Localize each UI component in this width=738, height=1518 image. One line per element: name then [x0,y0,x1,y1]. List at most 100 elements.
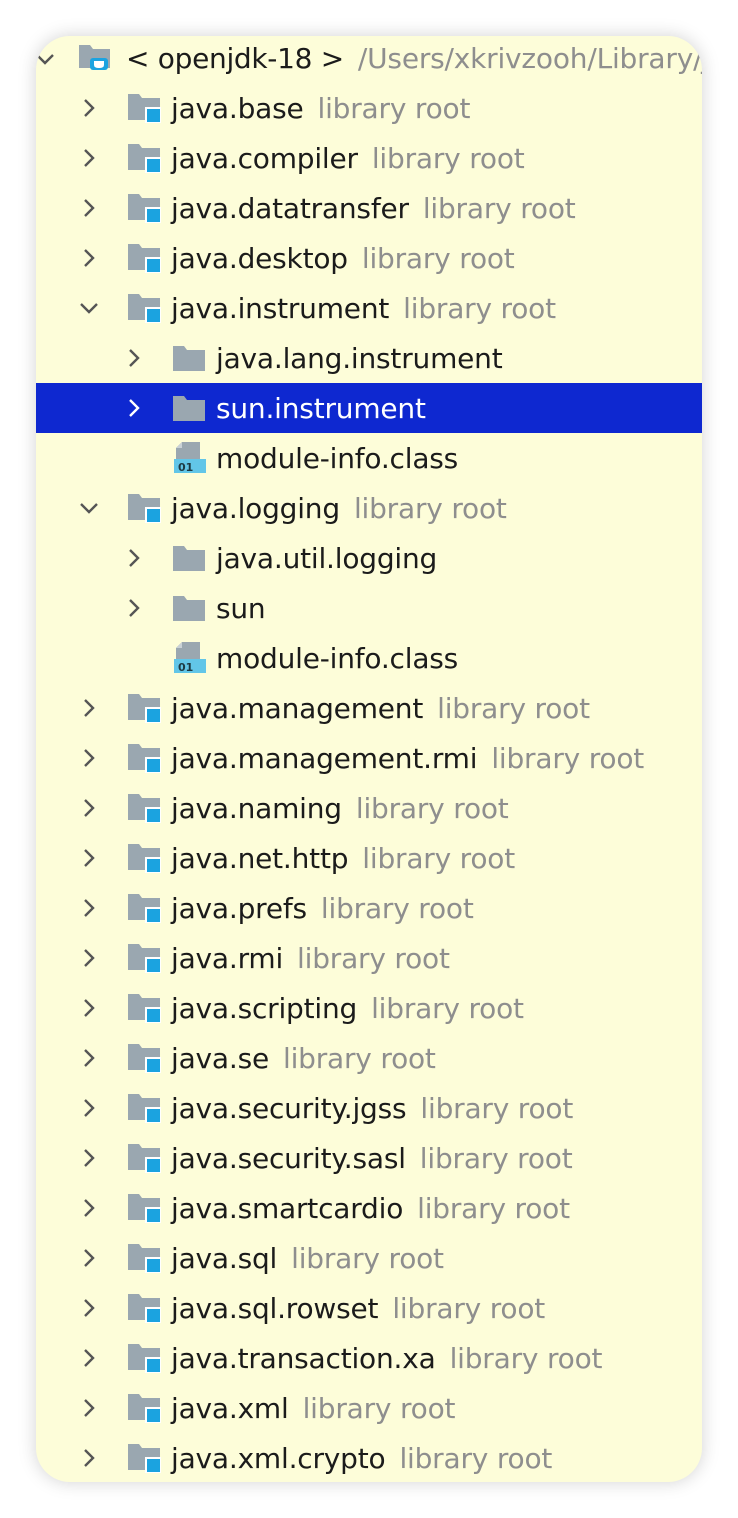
chevron-right-icon[interactable] [74,1043,104,1073]
module-folder-icon [125,789,163,827]
tree-row-name: module-info.class [216,441,459,475]
tree-row[interactable]: 01 module-info.class [36,633,702,683]
tree-row-name: java.se [171,1041,269,1075]
tree-row-hint: library root [355,791,509,825]
tree-row-label: java.security.jgss library root [171,1092,573,1125]
chevron-right-icon[interactable] [74,693,104,723]
tree-row-label: java.sql library root [171,1242,444,1275]
tree-row-hint: library root [491,741,645,775]
chevron-right-icon[interactable] [74,143,104,173]
tree-row[interactable]: java.rmi library root [36,933,702,983]
tree-row[interactable]: java.scripting library root [36,983,702,1033]
tree-row-name: java.xml [171,1391,289,1425]
tree-row[interactable]: java.prefs library root [36,883,702,933]
tree-row[interactable]: java.compiler library root [36,133,702,183]
chevron-right-icon[interactable] [74,243,104,273]
tree-row[interactable]: java.net.http library root [36,833,702,883]
tree-row-label: java.scripting library root [171,992,524,1025]
tree-row[interactable]: sun.instrument [36,383,702,433]
tree-row-name: java.security.jgss [171,1091,407,1125]
chevron-right-icon[interactable] [74,193,104,223]
tree-row-label: java.se library root [171,1042,436,1075]
tree-row[interactable]: java.management library root [36,683,702,733]
chevron-down-icon[interactable] [74,293,104,323]
module-folder-icon [125,1289,163,1327]
chevron-down-icon[interactable] [74,493,104,523]
tree-row[interactable]: java.lang.instrument [36,333,702,383]
tree-row[interactable]: java.management.rmi library root [36,733,702,783]
chevron-down-icon[interactable] [36,43,60,73]
tree-row[interactable]: java.sql library root [36,1233,702,1283]
tree-row-name: java.sql.rowset [171,1291,379,1325]
tree-row-name: java.prefs [171,891,307,925]
tree-row[interactable]: java.naming library root [36,783,702,833]
tree-row-label: java.sql.rowset library root [171,1292,545,1325]
tree-row-label: java.security.sasl library root [171,1142,573,1175]
tree-row[interactable]: java.base library root [36,83,702,133]
package-folder-icon [170,539,208,577]
module-folder-icon [125,189,163,227]
tree-row-name: java.compiler [171,141,358,175]
tree-row-label: sun.instrument [216,392,426,425]
chevron-right-icon[interactable] [74,943,104,973]
tree-row[interactable]: java.se library root [36,1033,702,1083]
tree-row[interactable]: java.security.sasl library root [36,1133,702,1183]
chevron-right-icon[interactable] [74,843,104,873]
tree-row-name: java.net.http [171,841,349,875]
tree-row-hint: library root [362,841,516,875]
module-folder-icon [125,839,163,877]
chevron-right-icon[interactable] [74,893,104,923]
tree-row[interactable]: java.instrument library root [36,283,702,333]
chevron-right-icon[interactable] [119,543,149,573]
chevron-right-icon[interactable] [74,1443,104,1473]
chevron-right-icon[interactable] [74,793,104,823]
chevron-right-icon[interactable] [74,1193,104,1223]
tree-row-name: java.smartcardio [171,1191,404,1225]
tree-row[interactable]: java.smartcardio library root [36,1183,702,1233]
tree-row-hint: library root [403,291,556,325]
chevron-right-icon[interactable] [119,593,149,623]
tree-row-hint: library root [371,991,524,1025]
package-folder-icon [170,339,208,377]
tree-row[interactable]: java.security.jgss library root [36,1083,702,1133]
module-folder-icon [125,89,163,127]
chevron-right-icon[interactable] [119,393,149,423]
tree-row[interactable]: java.xml library root [36,1383,702,1433]
chevron-right-icon[interactable] [74,93,104,123]
tree-row-name: java.base [171,91,304,125]
module-folder-icon [125,1339,163,1377]
chevron-right-icon[interactable] [74,993,104,1023]
chevron-right-icon[interactable] [74,1093,104,1123]
tree-row-name: java.logging [171,491,340,525]
module-folder-icon [125,289,163,327]
tree-row[interactable]: java.sql.rowset library root [36,1283,702,1333]
tree-row[interactable]: 01 module-info.class [36,433,702,483]
chevron-right-icon[interactable] [74,1293,104,1323]
tree-row-hint: library root [392,1291,546,1325]
module-folder-icon [125,1189,163,1227]
tree-row-label: java.management library root [171,692,590,725]
module-folder-icon [125,1089,163,1127]
package-folder-icon [170,589,208,627]
tree-row[interactable]: java.util.logging [36,533,702,583]
tree-row[interactable]: java.desktop library root [36,233,702,283]
tree-row-hint: library root [317,91,471,125]
tree-row[interactable]: java.transaction.xa library root [36,1333,702,1383]
chevron-right-icon[interactable] [74,1143,104,1173]
jdk-folder-icon [76,39,114,77]
chevron-right-icon[interactable] [74,1243,104,1273]
chevron-right-icon[interactable] [74,1343,104,1373]
chevron-right-icon[interactable] [74,1393,104,1423]
tree-root-row[interactable]: < openjdk-18 > /Users/xkrivzooh/Library/… [36,36,702,83]
tree-row-name: java.rmi [171,941,284,975]
tree-row[interactable]: java.logging library root [36,483,702,533]
chevron-right-icon[interactable] [119,343,149,373]
tree-row[interactable]: java.xml.crypto library root [36,1433,702,1482]
chevron-right-icon[interactable] [74,743,104,773]
tree-row[interactable]: sun [36,583,702,633]
tree-row-label: java.prefs library root [171,892,474,925]
tree-row-hint: library root [297,941,450,975]
class-file-icon: 01 [170,639,208,677]
package-folder-icon [170,389,208,427]
tree-row[interactable]: java.datatransfer library root [36,183,702,233]
